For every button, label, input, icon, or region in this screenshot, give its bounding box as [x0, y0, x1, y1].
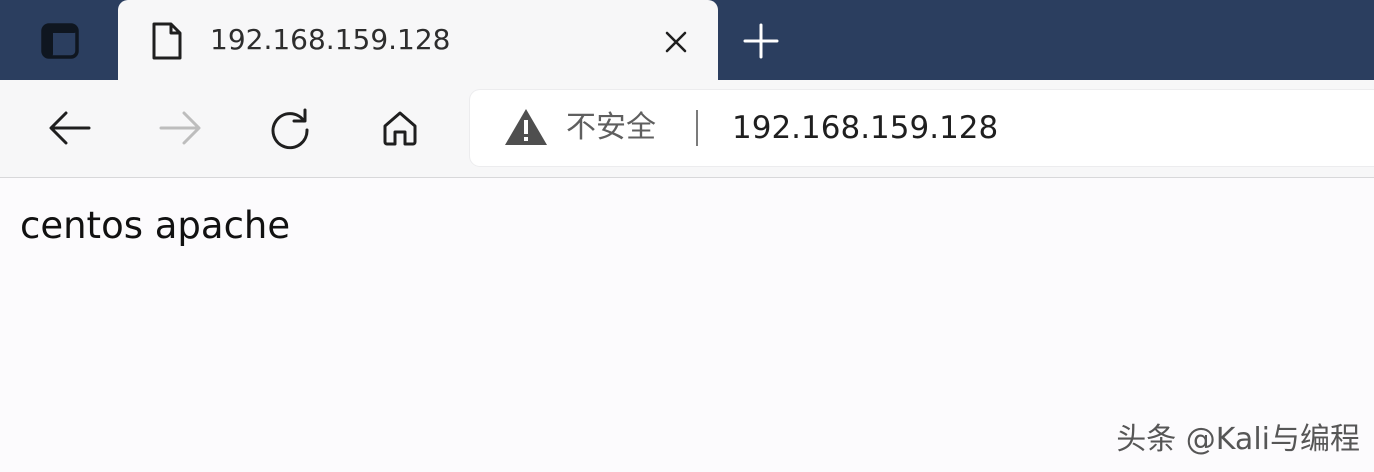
address-bar[interactable]: 不安全 192.168.159.128 [470, 90, 1374, 166]
plus-icon [743, 23, 779, 59]
back-button[interactable] [44, 102, 96, 154]
refresh-button[interactable] [264, 102, 316, 154]
home-button[interactable] [374, 102, 426, 154]
refresh-icon [271, 108, 309, 150]
tab-actions-button[interactable] [36, 19, 84, 63]
new-tab-button[interactable] [738, 18, 784, 64]
tab-title: 192.168.159.128 [210, 23, 451, 56]
browser-toolbar: 不安全 192.168.159.128 [0, 80, 1374, 178]
active-tab[interactable]: 192.168.159.128 [118, 0, 718, 80]
watermark-text: 头条 @Kali与编程 [1116, 422, 1360, 457]
close-icon [665, 31, 687, 53]
arrow-right-icon [159, 111, 201, 145]
tab-actions-icon [41, 23, 79, 59]
tab-strip: 192.168.159.128 [0, 0, 1374, 80]
security-status-label[interactable]: 不安全 [566, 106, 656, 150]
home-icon [383, 111, 417, 146]
url-text[interactable]: 192.168.159.128 [732, 106, 998, 150]
forward-button[interactable] [154, 102, 206, 154]
url-divider [696, 110, 698, 146]
document-icon [152, 22, 182, 60]
page-body-text: centos apache [20, 204, 291, 247]
arrow-left-icon [49, 111, 91, 145]
warning-triangle-icon[interactable] [504, 107, 548, 147]
close-tab-button[interactable] [656, 22, 696, 62]
page-content: centos apache 头条 @Kali与编程 [0, 178, 1374, 472]
